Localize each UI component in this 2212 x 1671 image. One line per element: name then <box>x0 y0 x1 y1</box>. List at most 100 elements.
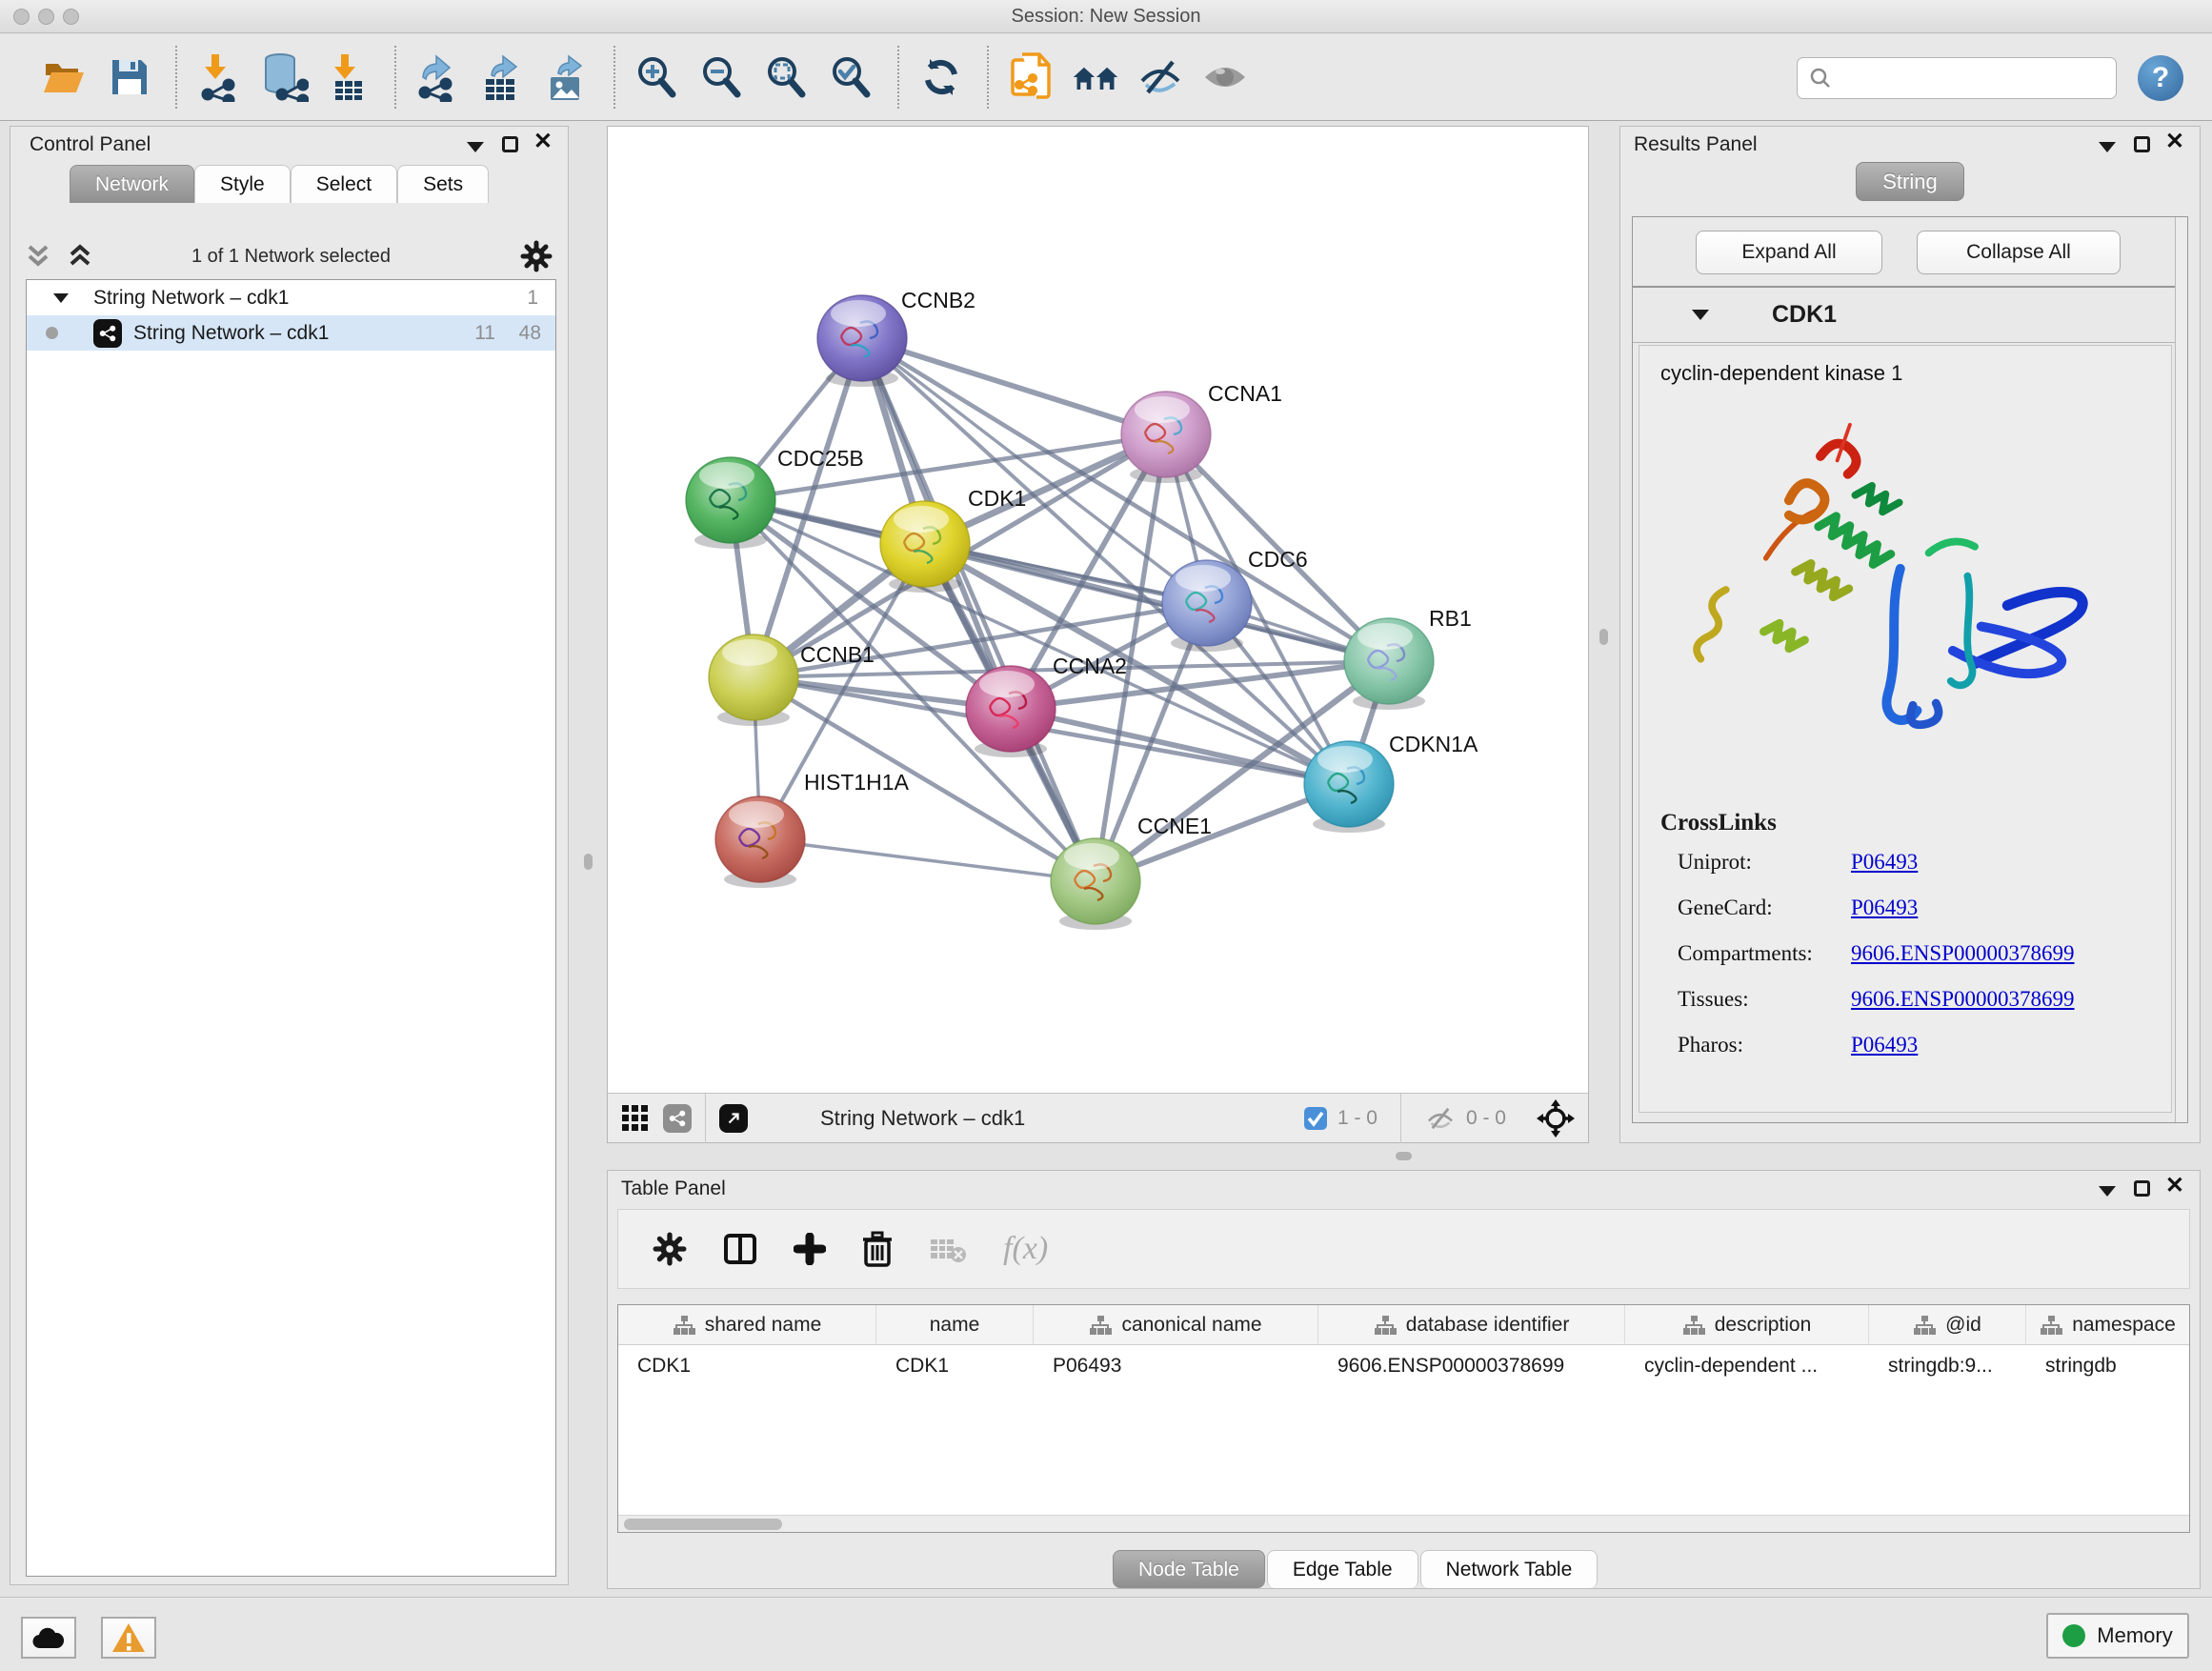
scrollbar-thumb[interactable] <box>624 1519 782 1530</box>
column-header-id[interactable]: @id <box>1869 1305 2026 1344</box>
gene-section-header[interactable]: CDK1 <box>1633 288 2187 343</box>
network-node-CDKN1A[interactable] <box>1304 741 1394 833</box>
tab-network[interactable]: Network <box>70 165 194 203</box>
right-splitter-handle[interactable] <box>1599 629 1608 645</box>
float-panel-icon[interactable] <box>2134 136 2150 152</box>
crosslink-pharos-link[interactable]: P06493 <box>1851 1033 1918 1057</box>
expand-all-button[interactable]: Expand All <box>1696 231 1882 274</box>
show-all-icon[interactable] <box>1200 52 1250 102</box>
network-node-CCNA2[interactable] <box>966 666 1056 757</box>
open-session-icon[interactable] <box>40 52 90 102</box>
close-panel-icon[interactable]: ✕ <box>2165 1177 2184 1196</box>
export-table-icon[interactable] <box>478 52 528 102</box>
refresh-icon[interactable] <box>916 52 966 102</box>
zoom-in-icon[interactable] <box>633 52 682 102</box>
cell-shared-name: CDK1 <box>618 1345 876 1387</box>
node-label-CDC6: CDC6 <box>1248 547 1308 572</box>
export-image-icon[interactable] <box>543 52 593 102</box>
fit-content-crosshair-icon[interactable] <box>1537 1099 1575 1137</box>
network-edge-HIST1H1A-CCNE1[interactable] <box>760 839 1096 881</box>
zoom-fit-icon[interactable] <box>762 52 812 102</box>
network-type-icon <box>93 319 122 348</box>
column-header-namespace[interactable]: namespace <box>2026 1305 2189 1344</box>
results-scrollbar[interactable] <box>2175 217 2187 1122</box>
tab-node-table[interactable]: Node Table <box>1113 1550 1265 1588</box>
export-network-icon[interactable] <box>413 52 463 102</box>
network-node-CCNE1[interactable] <box>1051 838 1140 930</box>
crosslink-compartments-link[interactable]: 9606.ENSP00000378699 <box>1851 941 2075 966</box>
crosslink-uniprot-link[interactable]: P06493 <box>1851 850 1918 875</box>
selected-checkbox-icon[interactable] <box>1303 1106 1328 1131</box>
results-panel: Results Panel ✕ String Expand All Collap… <box>1619 126 2201 1143</box>
cloud-status-button[interactable] <box>21 1617 76 1659</box>
tab-network-table[interactable]: Network Table <box>1420 1550 1599 1588</box>
clone-network-icon[interactable] <box>1006 52 1056 102</box>
show-columns-icon[interactable] <box>723 1232 757 1266</box>
panel-menu-icon[interactable] <box>2099 142 2116 152</box>
crosslink-tissues-link[interactable]: 9606.ENSP00000378699 <box>1851 987 2075 1012</box>
tab-style[interactable]: Style <box>194 165 291 203</box>
column-header-name[interactable]: name <box>876 1305 1034 1344</box>
gene-details: cyclin-dependent kinase 1 <box>1639 345 2172 1113</box>
network-node-HIST1H1A[interactable] <box>715 796 805 888</box>
column-header-canonical-name[interactable]: canonical name <box>1034 1305 1318 1344</box>
first-neighbors-icon[interactable] <box>1071 52 1120 102</box>
detach-view-icon[interactable] <box>719 1104 748 1133</box>
network-edge-CCNB2-CCNA1[interactable] <box>862 338 1166 434</box>
network-node-CCNB2[interactable] <box>817 295 907 387</box>
gear-icon[interactable] <box>520 240 553 272</box>
network-canvas[interactable]: CCNB2CCNA1CDC25BCDK1CDC6RB1CCNB1CCNA2CDK… <box>608 127 1588 1093</box>
delete-column-trash-icon[interactable] <box>862 1231 893 1267</box>
network-birdseye-icon[interactable] <box>663 1104 692 1133</box>
node-label-HIST1H1A: HIST1H1A <box>804 770 910 795</box>
float-panel-icon[interactable] <box>2134 1180 2150 1197</box>
column-header-database-identifier[interactable]: database identifier <box>1318 1305 1625 1344</box>
crosslink-label: Tissues: <box>1660 987 1851 1012</box>
network-node-CDC6[interactable] <box>1162 560 1252 652</box>
table-header-row: shared name name canonical name database… <box>618 1305 2189 1345</box>
window-title: Session: New Session <box>0 6 2212 28</box>
network-edge-CCNB2-CCNE1[interactable] <box>862 338 1096 881</box>
save-session-icon[interactable] <box>105 52 154 102</box>
table-horizontal-scrollbar[interactable] <box>618 1515 2189 1532</box>
close-panel-icon[interactable]: ✕ <box>533 132 553 151</box>
crosslink-genecard-link[interactable]: P06493 <box>1851 896 1918 920</box>
grid-view-icon[interactable] <box>621 1104 650 1133</box>
create-column-plus-icon[interactable] <box>794 1233 826 1265</box>
table-settings-gear-icon[interactable] <box>653 1232 687 1266</box>
panel-menu-icon[interactable] <box>467 142 484 152</box>
left-splitter-handle[interactable] <box>584 854 593 870</box>
column-header-description[interactable]: description <box>1625 1305 1869 1344</box>
network-row[interactable]: String Network – cdk1 11 48 <box>27 315 555 351</box>
zoom-selected-icon[interactable] <box>827 52 876 102</box>
tab-select[interactable]: Select <box>291 165 397 203</box>
collection-expander-icon[interactable] <box>53 293 69 303</box>
network-node-RB1[interactable] <box>1344 618 1434 710</box>
tree-column-icon <box>1682 1315 1705 1336</box>
tab-string[interactable]: String <box>1856 162 1964 201</box>
import-network-database-icon[interactable] <box>259 52 309 102</box>
gene-expander-icon[interactable] <box>1692 310 1709 320</box>
import-table-icon[interactable] <box>324 52 373 102</box>
network-collection-row[interactable]: String Network – cdk1 1 <box>27 280 555 315</box>
import-network-icon[interactable] <box>194 52 244 102</box>
warnings-button[interactable] <box>101 1617 156 1659</box>
tab-sets[interactable]: Sets <box>397 165 489 203</box>
crosslink-label: Pharos: <box>1660 1033 1851 1057</box>
bottom-splitter-handle[interactable] <box>1396 1152 1412 1160</box>
table-row[interactable]: CDK1 CDK1 P06493 9606.ENSP00000378699 cy… <box>618 1345 2189 1387</box>
close-panel-icon[interactable]: ✕ <box>2165 132 2184 151</box>
hide-selected-icon[interactable] <box>1136 52 1185 102</box>
network-edge-CCNB2-RB1[interactable] <box>862 338 1389 661</box>
tab-edge-table[interactable]: Edge Table <box>1267 1550 1418 1588</box>
collapse-all-button[interactable]: Collapse All <box>1917 231 2121 274</box>
network-node-CCNB1[interactable] <box>709 634 798 726</box>
zoom-out-icon[interactable] <box>697 52 747 102</box>
search-input[interactable] <box>1832 68 2099 90</box>
help-icon[interactable]: ? <box>2138 55 2183 101</box>
node-label-CDK1: CDK1 <box>968 486 1026 511</box>
panel-menu-icon[interactable] <box>2099 1186 2116 1197</box>
float-panel-icon[interactable] <box>502 136 518 152</box>
column-header-shared-name[interactable]: shared name <box>618 1305 876 1344</box>
memory-button[interactable]: Memory <box>2046 1613 2189 1659</box>
